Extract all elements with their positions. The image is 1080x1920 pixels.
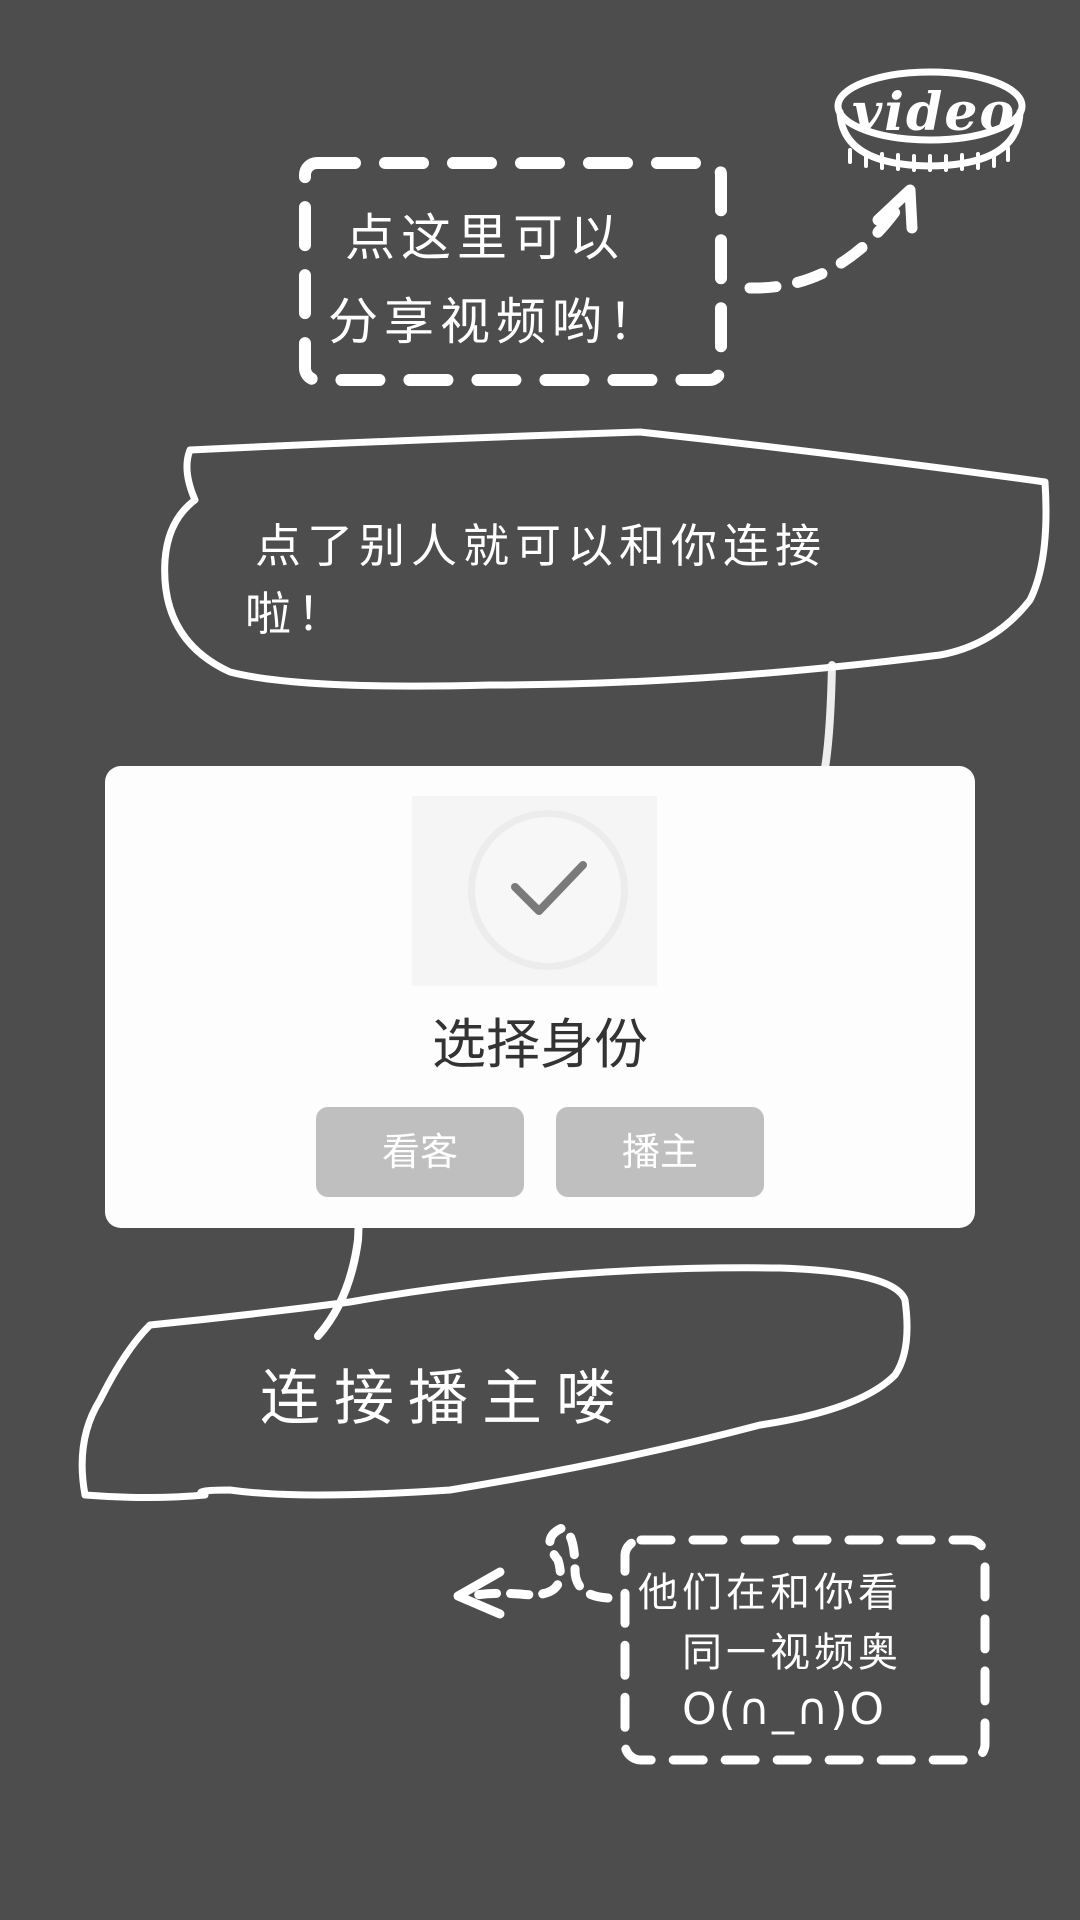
success-illustration <box>412 796 657 986</box>
host-button[interactable]: 播主 <box>556 1107 764 1197</box>
video-share-button[interactable]: video <box>852 82 1014 143</box>
viewer-button[interactable]: 看客 <box>316 1107 524 1197</box>
dialog-title: 选择身份 <box>432 1013 648 1076</box>
same-video-line-3: O(∩_∩)O <box>682 1684 887 1735</box>
select-role-dialog: 选择身份 看客 播主 <box>105 766 975 1228</box>
tutorial-overlay: video 点这里可以 分享视频哟！ 点了别人就可以和你连接 啦！ 选择身份 看… <box>0 0 1080 1920</box>
connect-hint-line-1: 点了别人就可以和你连接 <box>255 519 827 573</box>
same-video-line-1: 他们在和你看 <box>638 1570 902 1616</box>
share-hint-line-2: 分享视频哟！ <box>328 293 664 351</box>
check-circle <box>468 810 628 970</box>
check-icon <box>511 861 587 915</box>
host-hint-text: 连接播主喽 <box>260 1364 630 1434</box>
same-video-line-2: 同一视频奥 <box>682 1630 902 1676</box>
arrow-icon <box>465 1523 613 1603</box>
connect-hint-line-2: 啦！ <box>245 587 349 641</box>
share-hint-line-1: 点这里可以 <box>345 209 625 267</box>
